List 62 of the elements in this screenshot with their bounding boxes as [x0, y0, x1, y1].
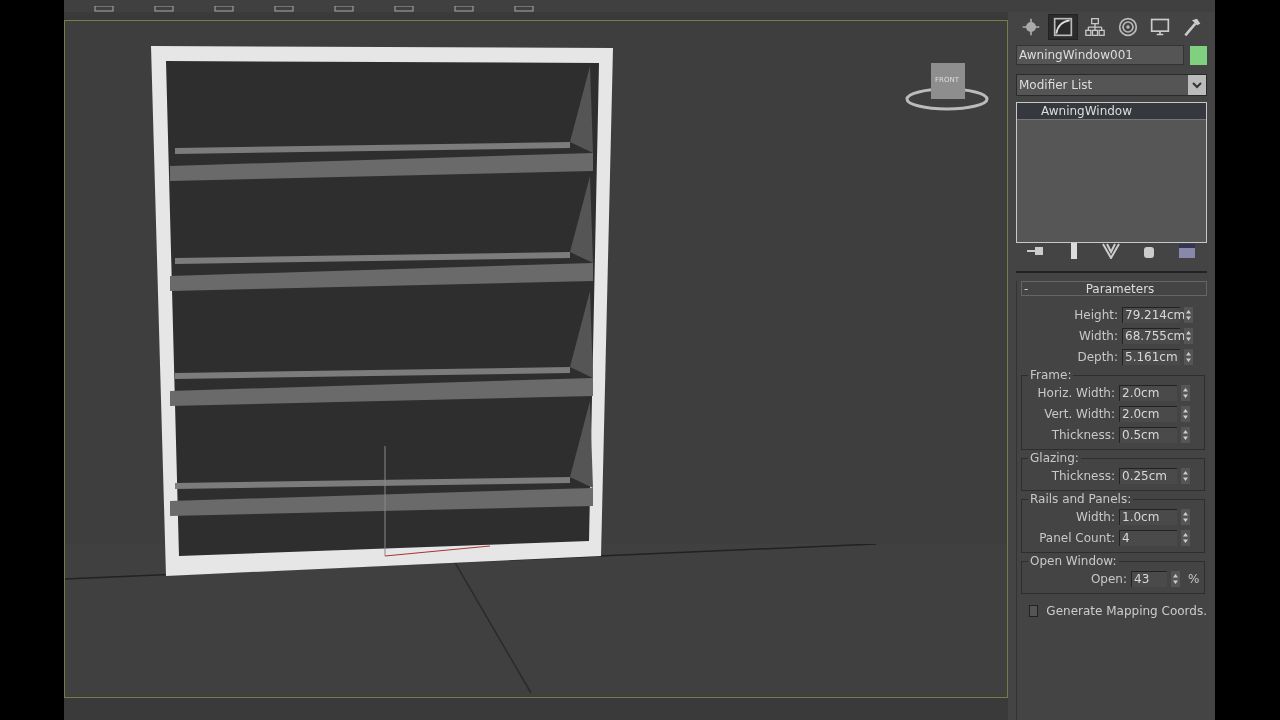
- toolbar-icon[interactable]: [514, 6, 534, 12]
- toolbar-icon[interactable]: [394, 6, 414, 12]
- field-label: Width:: [1079, 327, 1118, 345]
- toolbar-icon[interactable]: [154, 6, 174, 12]
- spinner-arrows-icon[interactable]: [1181, 405, 1190, 422]
- value-field[interactable]: 0.5cm: [1119, 426, 1177, 443]
- value-field[interactable]: 0.25cm: [1119, 467, 1177, 484]
- value-field[interactable]: 1.0cm: [1119, 508, 1177, 525]
- spinner-arrows-icon[interactable]: [1181, 508, 1190, 525]
- group-title: Frame:: [1028, 368, 1074, 382]
- field-label: Depth:: [1077, 348, 1118, 366]
- configure-icon: [1178, 243, 1197, 259]
- field-label: Height:: [1074, 306, 1118, 324]
- value-field[interactable]: 2.0cm: [1119, 405, 1177, 422]
- sun-icon: [1021, 17, 1041, 37]
- curve-icon: [1053, 17, 1074, 37]
- toolbar-icon[interactable]: [214, 6, 234, 12]
- hierarchy-icon: [1085, 17, 1106, 37]
- spinner-arrows-icon[interactable]: [1181, 384, 1190, 401]
- spinner-arrows-icon[interactable]: [1171, 570, 1180, 587]
- toolbar-icon[interactable]: [94, 6, 114, 12]
- funnel-icon: [1102, 243, 1121, 259]
- modifier-stack-item[interactable]: AwningWindow: [1017, 103, 1206, 120]
- spinner-arrows-icon[interactable]: [1181, 426, 1190, 443]
- checkbox-label: Generate Mapping Coords.: [1046, 603, 1207, 620]
- pin-icon: [1026, 245, 1045, 257]
- spinner-arrows-icon[interactable]: [1184, 327, 1193, 344]
- spinner-arrows-icon[interactable]: [1181, 529, 1190, 546]
- rollout-title: Parameters: [1084, 282, 1156, 295]
- dropdown-caret-icon: [1188, 75, 1206, 95]
- value-field[interactable]: 5.161cm: [1122, 348, 1180, 365]
- field-label: Thickness:: [1051, 467, 1115, 485]
- value-field[interactable]: 4: [1119, 529, 1177, 546]
- target-icon: [1117, 17, 1138, 37]
- field-label: Width:: [1076, 508, 1115, 526]
- field-label: Thickness:: [1051, 426, 1115, 444]
- rollout-header[interactable]: - Parameters: [1021, 281, 1207, 296]
- object-color-swatch[interactable]: [1190, 45, 1207, 65]
- toolbar-icon[interactable]: [334, 6, 354, 12]
- toolbar-icon[interactable]: [274, 6, 294, 12]
- hammer-icon: [1181, 17, 1202, 37]
- group-title: Rails and Panels:: [1028, 492, 1134, 506]
- value-field[interactable]: 2.0cm: [1119, 384, 1177, 401]
- value-field[interactable]: 43: [1131, 570, 1167, 587]
- group-title: Glazing:: [1028, 451, 1081, 465]
- object-name-field[interactable]: AwningWindow001: [1016, 45, 1184, 65]
- field-label: Open:: [1090, 570, 1127, 588]
- spinner-arrows-icon[interactable]: [1181, 467, 1190, 484]
- spinner-arrows-icon[interactable]: [1184, 348, 1193, 365]
- modifier-list-dropdown[interactable]: Modifier List: [1016, 74, 1207, 96]
- field-label: Horiz. Width:: [1037, 384, 1115, 402]
- field-label: Vert. Width:: [1044, 405, 1115, 423]
- modifier-stack-list[interactable]: AwningWindow: [1016, 102, 1207, 243]
- monitor-icon: [1149, 17, 1170, 37]
- group-title: Open Window:: [1028, 554, 1119, 568]
- spinner-arrows-icon[interactable]: [1184, 306, 1193, 323]
- unit-label: %: [1187, 570, 1200, 588]
- panel-tab[interactable]: [1048, 14, 1079, 40]
- checkbox[interactable]: [1029, 605, 1039, 617]
- field-label: Panel Count:: [1039, 529, 1115, 547]
- toolbar-icon[interactable]: [454, 6, 474, 12]
- collapse-sign: -: [1023, 282, 1030, 295]
